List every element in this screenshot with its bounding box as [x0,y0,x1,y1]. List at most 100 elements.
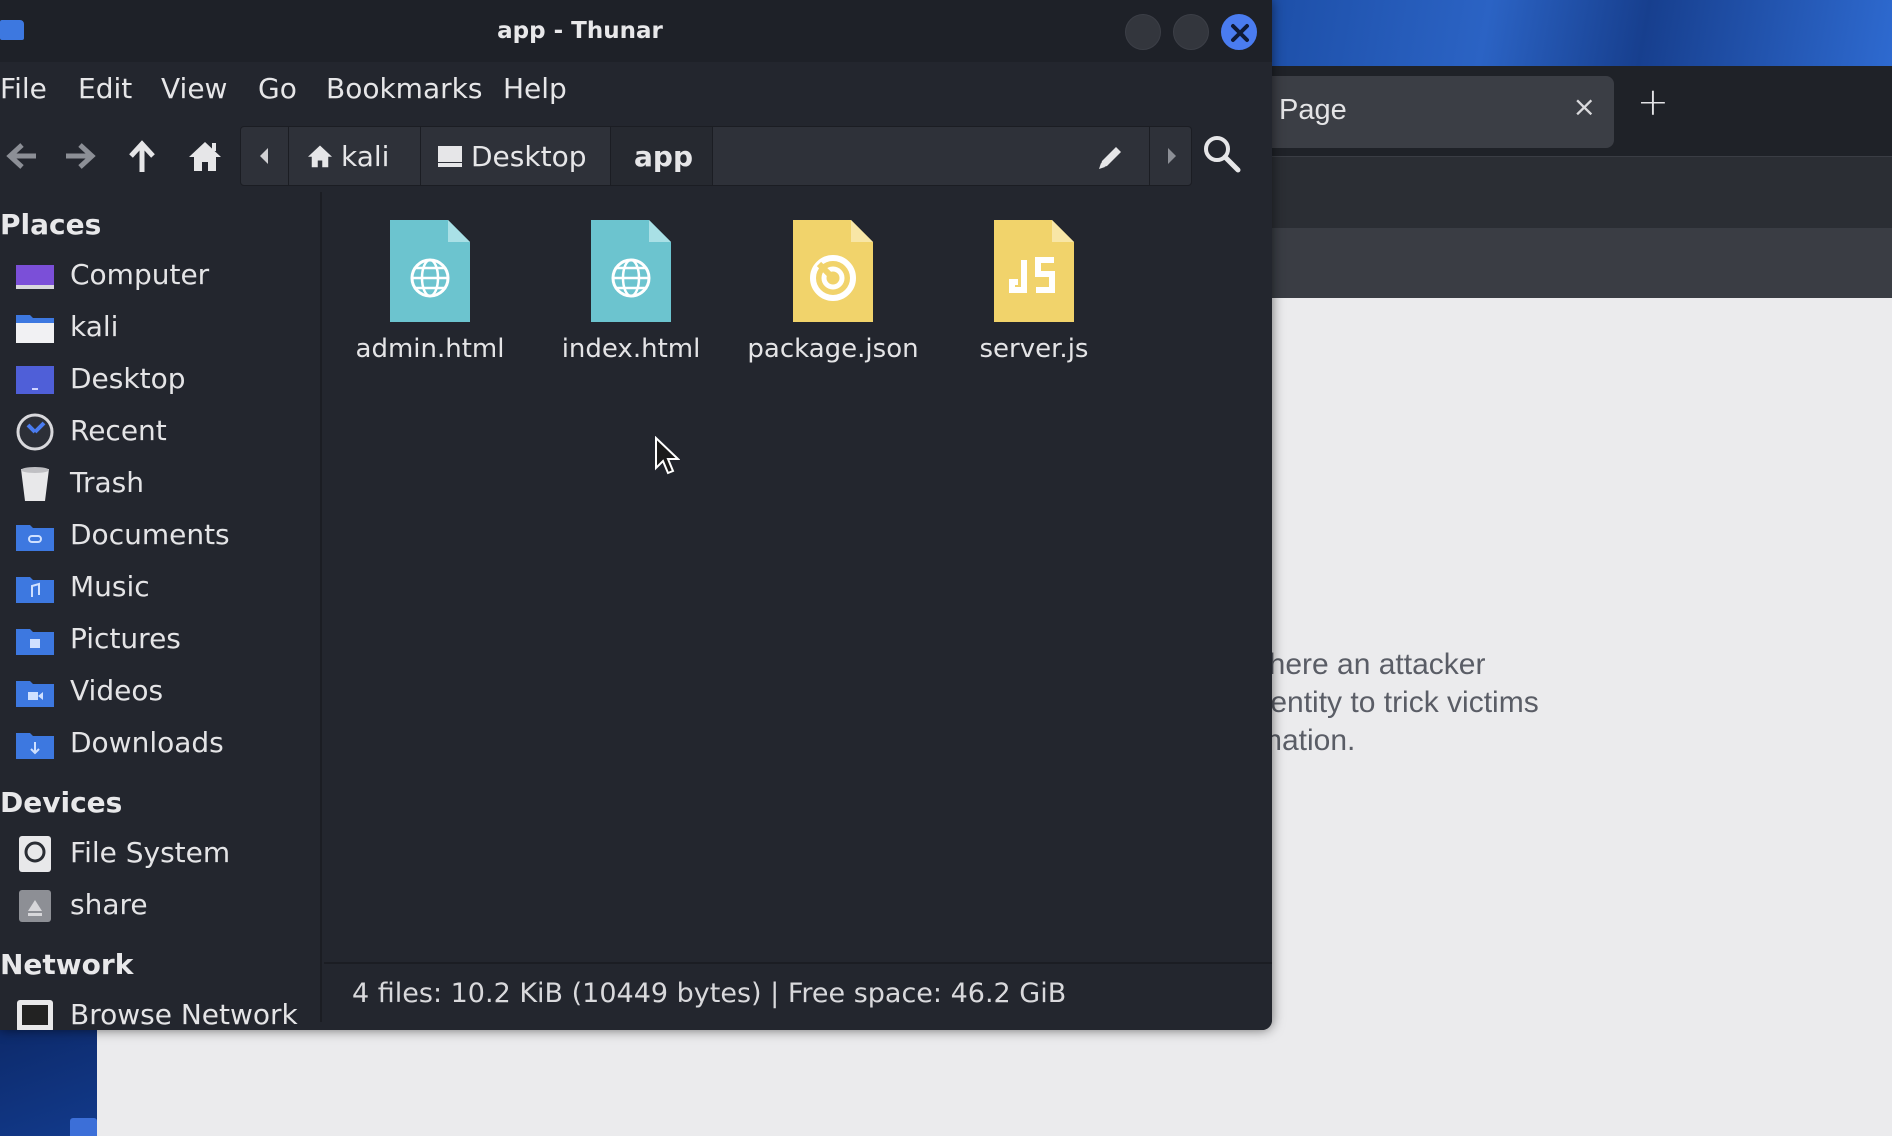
browser-tab-title: Page [1279,94,1347,126]
path-segment-kali[interactable]: kali [289,127,421,185]
file-name: index.html [561,334,701,364]
sidebar-item-share[interactable]: share [0,882,320,930]
file-view[interactable]: admin.html index.html package.json serve… [324,192,1272,962]
menu-edit[interactable]: Edit [78,72,132,105]
file-item-package-json[interactable]: package.json [743,216,923,386]
sidebar-item-desktop[interactable]: Desktop [0,356,320,404]
menu-go[interactable]: Go [258,72,297,105]
path-segment-app[interactable]: app [611,127,713,185]
path-bar: kali Desktop app [240,126,1192,186]
back-icon[interactable] [2,136,42,176]
path-scroll-right-button[interactable] [1149,127,1193,185]
path-label-desktop: Desktop [471,140,587,173]
file-name: admin.html [355,334,505,364]
drive-icon [19,836,51,872]
devices-heading: Devices [0,786,123,819]
sidebar-item-browse-network[interactable]: Browse Network [0,992,320,1030]
sidebar-item-label: Trash [70,466,144,499]
file-name: server.js [979,334,1089,364]
home-icon [308,145,332,168]
sidebar-item-pictures[interactable]: Pictures [0,616,320,664]
html-file-icon [390,220,470,322]
sidebar-item-label: Downloads [70,726,224,759]
path-segment-desktop[interactable]: Desktop [421,127,611,185]
file-manager-window: app - Thunar File Edit View Go Bookmarks… [0,0,1272,1030]
search-icon[interactable] [1200,132,1244,176]
sidebar-item-label: Pictures [70,622,181,655]
sidebar-item-label: Computer [70,258,210,291]
sidebar-item-label: Music [70,570,150,603]
sidebar-item-file-system[interactable]: File System [0,830,320,878]
browser-text-line: where an attacker [1247,648,1486,681]
pictures-folder-icon [16,629,54,655]
title-bar[interactable]: app - Thunar [0,0,1272,62]
toolbar: kali Desktop app [0,118,1272,192]
mouse-pointer-icon [655,436,680,475]
pencil-icon[interactable] [1093,141,1127,175]
file-name: package.json [747,334,919,364]
new-tab-button[interactable]: + [1637,80,1669,124]
desktop-icon [438,146,462,167]
browser-tab[interactable]: Page × [1257,76,1614,148]
downloads-folder-icon [16,733,54,759]
file-item-server-js[interactable]: server.js [944,216,1124,386]
videos-folder-icon [16,681,54,707]
sidebar-item-recent[interactable]: Recent [0,408,320,456]
maximize-button[interactable] [1173,14,1209,50]
up-icon[interactable] [122,136,162,176]
sidebar-item-kali[interactable]: kali [0,304,320,352]
sidebar-item-videos[interactable]: Videos [0,668,320,716]
menu-view[interactable]: View [161,72,227,105]
forward-icon[interactable] [60,136,100,176]
home-folder-icon [16,315,54,343]
close-button[interactable] [1221,14,1257,50]
path-label-kali: kali [341,140,390,173]
panel-folder-icon[interactable] [70,1118,97,1136]
sidebar-item-trash[interactable]: Trash [0,460,320,508]
places-heading: Places [0,208,102,241]
menu-bar: File Edit View Go Bookmarks Help [0,62,1272,118]
sidebar-item-label: Videos [70,674,164,707]
sidebar-item-label: File System [70,836,231,869]
js-file-icon [994,220,1074,322]
sidebar: Places Computer kali Desktop Recent Tras… [0,192,322,1030]
status-bar: 4 files: 10.2 KiB (10449 bytes) | Free s… [324,962,1272,1030]
path-label-app: app [634,140,693,173]
html-file-icon [591,220,671,322]
sidebar-item-label: Browse Network [70,998,298,1030]
browser-page-text: where an attacker y entity to trick vict… [1247,646,1847,760]
json-file-icon [793,220,873,322]
menu-file[interactable]: File [0,72,47,105]
recent-icon [16,413,54,451]
computer-icon [16,265,54,289]
path-scroll-left-button[interactable] [241,127,289,185]
sidebar-item-label: share [70,888,148,921]
chevron-right-icon [1168,148,1176,164]
sidebar-item-label: Recent [70,414,167,447]
menu-bookmarks[interactable]: Bookmarks [326,72,482,105]
file-item-index-html[interactable]: index.html [541,216,721,386]
sidebar-item-label: kali [70,310,119,343]
sidebar-item-computer[interactable]: Computer [0,252,320,300]
browser-tab-close-icon[interactable]: × [1573,90,1596,123]
sidebar-item-documents[interactable]: Documents [0,512,320,560]
status-text: 4 files: 10.2 KiB (10449 bytes) | Free s… [352,978,1067,1009]
window-title: app - Thunar [497,18,663,44]
browser-banner [1269,0,1892,66]
sidebar-item-downloads[interactable]: Downloads [0,720,320,768]
minimize-button[interactable] [1125,14,1161,50]
menu-help[interactable]: Help [503,72,567,105]
trash-icon [21,467,49,501]
browser-text-line: rmation. [1247,724,1356,757]
file-item-admin-html[interactable]: admin.html [340,216,520,386]
music-folder-icon [16,577,54,603]
sidebar-item-music[interactable]: Music [0,564,320,612]
network-share-icon [19,890,51,922]
chevron-left-icon [260,148,268,164]
sidebar-item-label: Desktop [70,362,186,395]
sidebar-item-label: Documents [70,518,230,551]
browser-text-line: y entity to trick victims [1247,686,1539,719]
documents-folder-icon [16,525,54,551]
desktop-icon [16,366,54,394]
home-icon[interactable] [185,136,225,176]
